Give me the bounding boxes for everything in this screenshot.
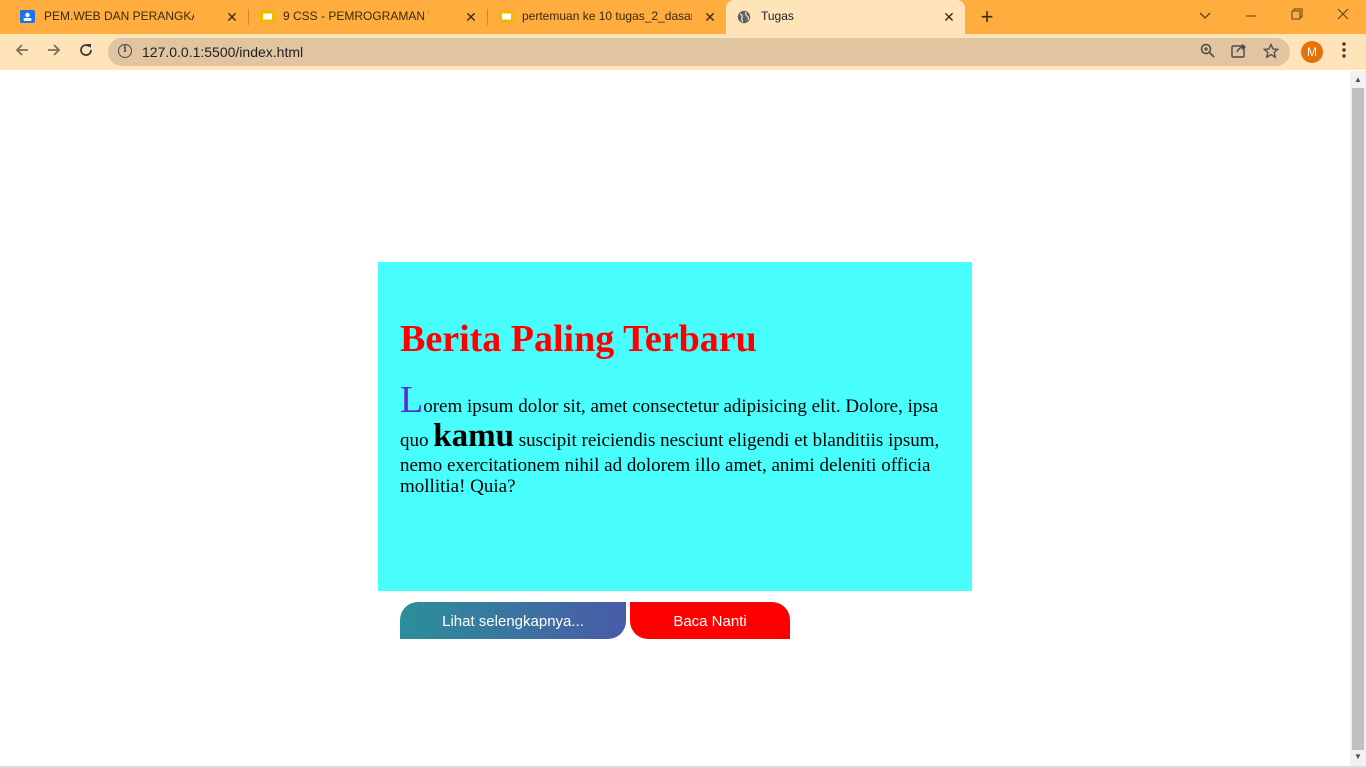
forward-icon[interactable]	[43, 41, 65, 63]
tab-tugas[interactable]: Tugas ✕	[726, 0, 965, 34]
address-bar[interactable]: i 127.0.0.1:5500/index.html	[108, 38, 1290, 66]
site-info-icon[interactable]: i	[118, 44, 132, 58]
bookmark-star-icon[interactable]	[1262, 42, 1280, 61]
tab-title: Tugas	[761, 9, 794, 23]
minimize-icon[interactable]	[1241, 6, 1261, 24]
classroom-icon	[20, 10, 35, 23]
reload-icon[interactable]	[75, 41, 97, 63]
close-tab-icon[interactable]: ✕	[940, 8, 958, 26]
close-tab-icon[interactable]: ✕	[223, 8, 241, 26]
new-tab-button[interactable]: +	[976, 6, 998, 28]
more-menu-icon[interactable]	[1336, 41, 1352, 63]
read-later-button[interactable]: Baca Nanti	[630, 602, 790, 639]
news-paragraph: Lorem ipsum dolor sit, amet consectetur …	[400, 381, 945, 497]
vertical-scrollbar[interactable]: ▲ ▼	[1350, 71, 1366, 766]
restore-icon[interactable]	[1287, 6, 1307, 24]
close-tab-icon[interactable]: ✕	[462, 8, 480, 26]
tab-title: 9 CSS - PEMROGRAMAN WEB DA	[283, 9, 429, 23]
url-text[interactable]: 127.0.0.1:5500/index.html	[142, 38, 303, 66]
emphasis-word: kamu	[433, 418, 514, 454]
slides-icon	[260, 10, 275, 23]
read-more-button[interactable]: Lihat selengkapnya...	[400, 602, 626, 639]
zoom-icon[interactable]	[1198, 43, 1216, 61]
tab-title: pertemuan ke 10 tugas_2_dasar_	[522, 9, 692, 23]
slides-icon	[499, 10, 514, 23]
tab-strip: PEM.WEB DAN PERANGKAT BERG ✕ 9 CSS - PEM…	[0, 0, 1366, 34]
scroll-up-arrow-icon[interactable]: ▲	[1350, 73, 1366, 87]
tab-pertemuan[interactable]: pertemuan ke 10 tugas_2_dasar_ ✕	[488, 0, 726, 34]
drop-cap: L	[400, 379, 424, 421]
scroll-thumb[interactable]	[1352, 88, 1364, 750]
tab-search-icon[interactable]	[1195, 6, 1215, 24]
back-icon[interactable]	[11, 41, 33, 63]
scroll-down-arrow-icon[interactable]: ▼	[1350, 750, 1366, 764]
news-card: Berita Paling Terbaru Lorem ipsum dolor …	[378, 262, 972, 639]
tab-pem-web[interactable]: PEM.WEB DAN PERANGKAT BERG ✕	[0, 0, 248, 34]
tab-title: PEM.WEB DAN PERANGKAT BERG	[44, 9, 194, 23]
page-viewport: Berita Paling Terbaru Lorem ipsum dolor …	[0, 71, 1350, 766]
profile-avatar[interactable]: M	[1301, 41, 1323, 63]
page-heading: Berita Paling Terbaru	[400, 318, 757, 360]
browser-toolbar: i 127.0.0.1:5500/index.html M	[0, 34, 1366, 70]
tab-css[interactable]: 9 CSS - PEMROGRAMAN WEB DA ✕	[249, 0, 487, 34]
globe-icon	[737, 10, 751, 24]
share-icon[interactable]	[1230, 43, 1248, 61]
close-window-icon[interactable]	[1333, 6, 1353, 24]
close-tab-icon[interactable]: ✕	[701, 8, 719, 26]
